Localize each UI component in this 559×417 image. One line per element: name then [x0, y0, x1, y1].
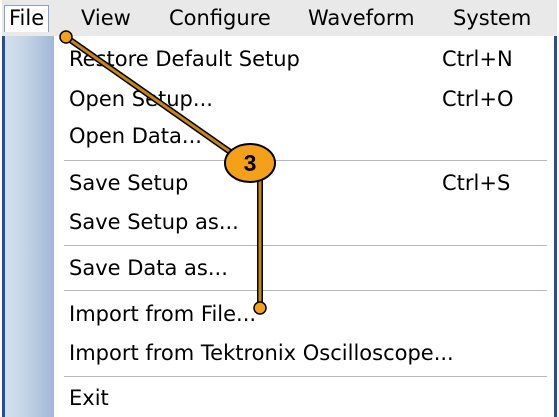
menu-item-label: Open Data... — [69, 124, 202, 148]
menu-item-save-data-as[interactable]: Save Data as... — [54, 252, 554, 284]
menu-waveform[interactable]: Waveform — [304, 5, 419, 32]
menu-item-import-from-file[interactable]: Import from File... — [54, 298, 554, 330]
menu-item-label: Save Data as... — [69, 256, 228, 280]
menu-item-shortcut: Ctrl+N — [442, 47, 513, 71]
menu-item-label: Import from Tektronix Oscilloscope... — [69, 341, 454, 365]
menu-border-right — [554, 36, 557, 417]
callout-number-badge: 3 — [243, 150, 257, 176]
menu-item-exit[interactable]: Exit — [54, 382, 554, 414]
menu-item-save-setup-as[interactable]: Save Setup as... — [54, 206, 554, 238]
menu-item-label: Open Setup... — [69, 87, 213, 111]
menu-item-shortcut: Ctrl+O — [442, 87, 514, 111]
menu-item-label: Import from File... — [69, 302, 257, 326]
menu-item-save-setup[interactable]: Save Setup Ctrl+S — [54, 167, 554, 199]
menu-item-shortcut: Ctrl+S — [442, 171, 511, 195]
menu-item-restore-default-setup[interactable]: Restore Default Setup Ctrl+N — [54, 43, 554, 75]
menu-item-label: Exit — [69, 386, 109, 410]
menu-system[interactable]: System — [449, 5, 535, 32]
menu-file[interactable]: File — [4, 5, 50, 32]
menu-separator — [64, 376, 547, 378]
menu-item-import-from-tektronix-oscilloscope[interactable]: Import from Tektronix Oscilloscope... — [54, 337, 554, 369]
file-menu-dropdown: Restore Default Setup Ctrl+N Open Setup.… — [2, 36, 557, 417]
menu-separator — [64, 245, 547, 247]
menu-configure[interactable]: Configure — [165, 5, 275, 32]
menu-view[interactable]: View — [77, 5, 135, 32]
menu-item-open-setup[interactable]: Open Setup... Ctrl+O — [54, 83, 554, 115]
menu-border-left — [2, 36, 5, 417]
menu-item-label: Restore Default Setup — [69, 47, 300, 71]
menu-item-open-data[interactable]: Open Data... — [54, 120, 554, 152]
menu-item-label: Save Setup as... — [69, 210, 239, 234]
menu-separator — [64, 290, 547, 292]
menu-icon-gutter — [2, 36, 54, 417]
menu-separator — [64, 160, 547, 162]
menu-bar: File View Configure Waveform System — [2, 0, 557, 37]
menu-item-label: Save Setup — [69, 171, 189, 195]
